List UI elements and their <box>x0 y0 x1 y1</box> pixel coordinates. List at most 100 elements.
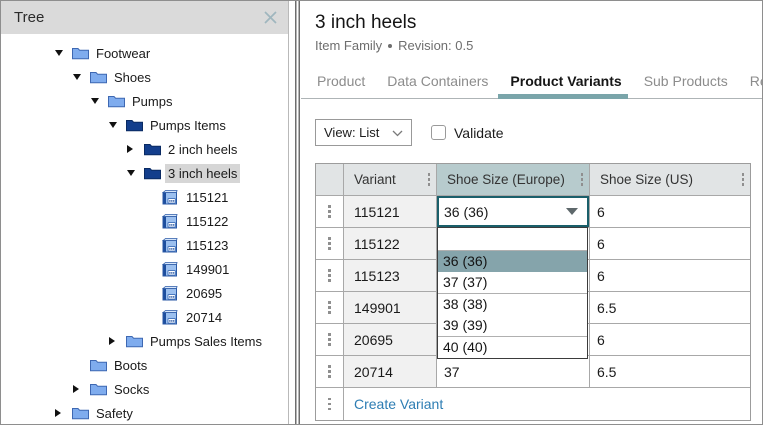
row-menu-icon[interactable] <box>328 333 331 346</box>
column-menu-icon[interactable] <box>428 173 431 186</box>
row-handle[interactable] <box>316 356 344 388</box>
column-header-shoe-size-us[interactable]: Shoe Size (US) <box>590 164 750 196</box>
tree-item-label: Pumps Sales Items <box>147 332 265 351</box>
tab-product-variants[interactable]: Product Variants <box>508 73 623 98</box>
shoe-size-us-cell[interactable]: 6 <box>590 228 750 260</box>
tree-item-115121[interactable]: 115121 <box>1 185 288 209</box>
tree-item-115123[interactable]: 115123 <box>1 233 288 257</box>
row-menu-icon[interactable] <box>328 269 331 282</box>
item-icon <box>162 262 180 277</box>
row-handle[interactable] <box>316 324 344 356</box>
item-icon <box>162 190 180 205</box>
shoe-size-combobox[interactable]: 36 (36) <box>437 196 589 227</box>
tab-data-containers[interactable]: Data Containers <box>385 73 490 98</box>
column-header-handle[interactable] <box>316 164 344 196</box>
caret-down-icon[interactable] <box>127 170 135 176</box>
item-icon <box>162 238 180 253</box>
caret-down-icon[interactable] <box>55 50 63 56</box>
shoe-size-us-cell[interactable]: 6.5 <box>590 292 750 324</box>
shoe-size-us-cell[interactable]: 6.5 <box>590 356 750 388</box>
row-menu-icon[interactable] <box>328 205 331 218</box>
shoe-size-us-cell[interactable]: 6 <box>590 324 750 356</box>
tab-product[interactable]: Product <box>315 73 367 98</box>
caret-down-icon[interactable] <box>109 122 117 128</box>
caret-right-icon[interactable] <box>73 385 79 393</box>
shoe-size-us-cell[interactable]: 6 <box>590 260 750 292</box>
combobox-value: 36 (36) <box>444 204 488 220</box>
shoe-size-europe-cell[interactable]: 37 <box>437 356 590 388</box>
shoe-size-us-cell[interactable]: 6 <box>590 196 750 228</box>
column-header-variant[interactable]: Variant <box>344 164 437 196</box>
column-menu-icon[interactable] <box>742 173 745 186</box>
dropdown-option-40-40[interactable]: 40 (40) <box>438 337 587 358</box>
column-header-shoe-size-europe[interactable]: Shoe Size (Europe) <box>437 164 590 196</box>
caret-right-icon[interactable] <box>109 337 115 345</box>
tree-item-pumps-items[interactable]: Pumps Items <box>1 113 288 137</box>
validate-checkbox[interactable] <box>431 125 446 140</box>
item-icon <box>162 286 180 301</box>
tree-item-shoes[interactable]: Shoes <box>1 65 288 89</box>
row-handle[interactable] <box>316 292 344 324</box>
tree-item-label: Footwear <box>93 44 153 63</box>
caret-right-icon[interactable] <box>127 145 133 153</box>
dropdown-option-37-37[interactable]: 37 (37) <box>438 272 587 294</box>
close-icon[interactable] <box>263 10 278 25</box>
row-menu-icon[interactable] <box>328 365 331 378</box>
column-menu-icon[interactable] <box>581 173 584 186</box>
create-variant-link[interactable]: Create Variant <box>354 396 443 412</box>
tree-item-label: 115121 <box>183 188 231 207</box>
caret-down-icon[interactable] <box>91 98 99 104</box>
variant-cell[interactable]: 20695 <box>344 324 437 356</box>
dropdown-option-36-36[interactable]: 36 (36) <box>438 251 587 272</box>
create-variant-cell: Create Variant <box>344 388 750 420</box>
tree-item-20695[interactable]: 20695 <box>1 281 288 305</box>
column-header-label: Shoe Size (Europe) <box>447 172 565 187</box>
variant-cell[interactable]: 115121 <box>344 196 437 228</box>
variant-cell[interactable]: 115123 <box>344 260 437 292</box>
variant-cell[interactable]: 20714 <box>344 356 437 388</box>
row-menu-icon[interactable] <box>328 301 331 314</box>
tab-sub-products[interactable]: Sub Products <box>642 73 730 98</box>
tree-item-pumps[interactable]: Pumps <box>1 89 288 113</box>
variant-cell[interactable]: 115122 <box>344 228 437 260</box>
tree-item-149901[interactable]: 149901 <box>1 257 288 281</box>
tree-item-socks[interactable]: Socks <box>1 377 288 401</box>
row-handle[interactable] <box>316 228 344 260</box>
tree-item-3-inch-heels[interactable]: 3 inch heels <box>1 161 288 185</box>
tree-item-pumps-sales-items[interactable]: Pumps Sales Items <box>1 329 288 353</box>
row-handle[interactable] <box>316 196 344 228</box>
tree-item-115122[interactable]: 115122 <box>1 209 288 233</box>
shoe-size-europe-cell[interactable]: 36 (36) 36 (36)37 (37)38 (38)39 (39)40 (… <box>437 196 590 228</box>
dropdown-option-39-39[interactable]: 39 (39) <box>438 315 587 337</box>
folder-icon <box>90 382 108 396</box>
variant-cell[interactable]: 149901 <box>344 292 437 324</box>
caret-down-icon[interactable] <box>73 74 81 80</box>
tree-view: Footwear Shoes Pumps Pumps Items 2 inch … <box>1 34 288 424</box>
tab-references[interactable]: References <box>748 73 762 98</box>
folder-icon <box>72 406 90 420</box>
dropdown-option-blank[interactable] <box>438 228 587 251</box>
panel-splitter[interactable] <box>289 1 301 424</box>
tree-item-label: 3 inch heels <box>165 164 240 183</box>
folder-dark-icon <box>126 118 144 132</box>
bullet-separator <box>388 44 392 48</box>
row-handle[interactable] <box>316 260 344 292</box>
row-menu-icon[interactable] <box>328 237 331 250</box>
folder-icon <box>90 70 108 84</box>
tree-item-label: Shoes <box>111 68 154 87</box>
tree-item-2-inch-heels[interactable]: 2 inch heels <box>1 137 288 161</box>
folder-icon <box>108 94 126 108</box>
dropdown-option-38-38[interactable]: 38 (38) <box>438 294 587 315</box>
tree-item-boots[interactable]: Boots <box>1 353 288 377</box>
column-header-label: Variant <box>354 172 396 187</box>
column-header-label: Shoe Size (US) <box>600 172 693 187</box>
create-variant-row-handle[interactable] <box>316 388 344 420</box>
caret-right-icon[interactable] <box>55 409 61 417</box>
tree-item-footwear[interactable]: Footwear <box>1 41 288 65</box>
tree-item-safety[interactable]: Safety <box>1 401 288 424</box>
tree-item-20714[interactable]: 20714 <box>1 305 288 329</box>
tree-item-label: Socks <box>111 380 152 399</box>
view-select[interactable]: View: List <box>315 119 412 146</box>
variants-table: Variant Shoe Size (Europe) Shoe Size (US) 1… <box>315 163 751 421</box>
row-menu-icon[interactable] <box>328 398 331 411</box>
